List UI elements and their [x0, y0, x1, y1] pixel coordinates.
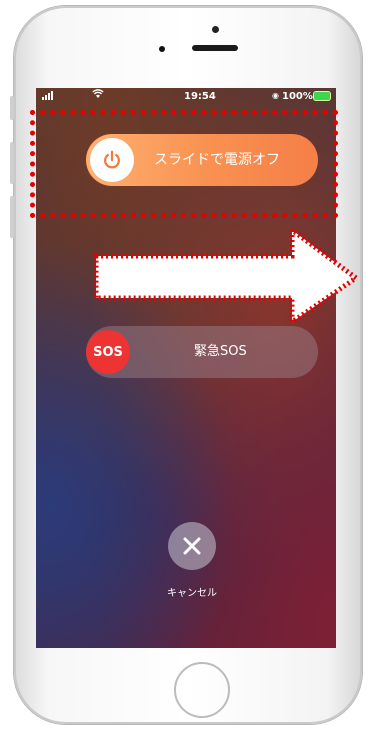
volume-down-button — [10, 196, 14, 238]
status-bar: 19:54 ◉ 100% — [36, 88, 336, 106]
emergency-sos-slider[interactable]: SOS 緊急SOS — [86, 326, 318, 378]
lock-icon: ◉ — [272, 91, 279, 100]
annotation-arrow-icon — [93, 226, 361, 326]
wifi-icon — [92, 89, 104, 102]
signal-icon — [42, 91, 53, 100]
sos-label: 緊急SOS — [194, 344, 247, 359]
sos-knob[interactable]: SOS — [86, 330, 130, 374]
status-time: 19:54 — [184, 91, 216, 102]
cancel-label: キャンセル — [167, 588, 217, 599]
proximity-sensor — [159, 46, 165, 52]
battery-icon — [314, 92, 330, 100]
mute-switch — [10, 96, 14, 120]
cancel-button[interactable] — [168, 522, 216, 570]
battery-percentage: 100% — [282, 91, 313, 102]
annotation-highlight-box — [30, 110, 338, 218]
close-icon — [183, 537, 201, 555]
front-camera — [212, 26, 219, 33]
home-button[interactable] — [174, 662, 230, 718]
volume-up-button — [10, 142, 14, 184]
earpiece-speaker — [192, 45, 238, 51]
